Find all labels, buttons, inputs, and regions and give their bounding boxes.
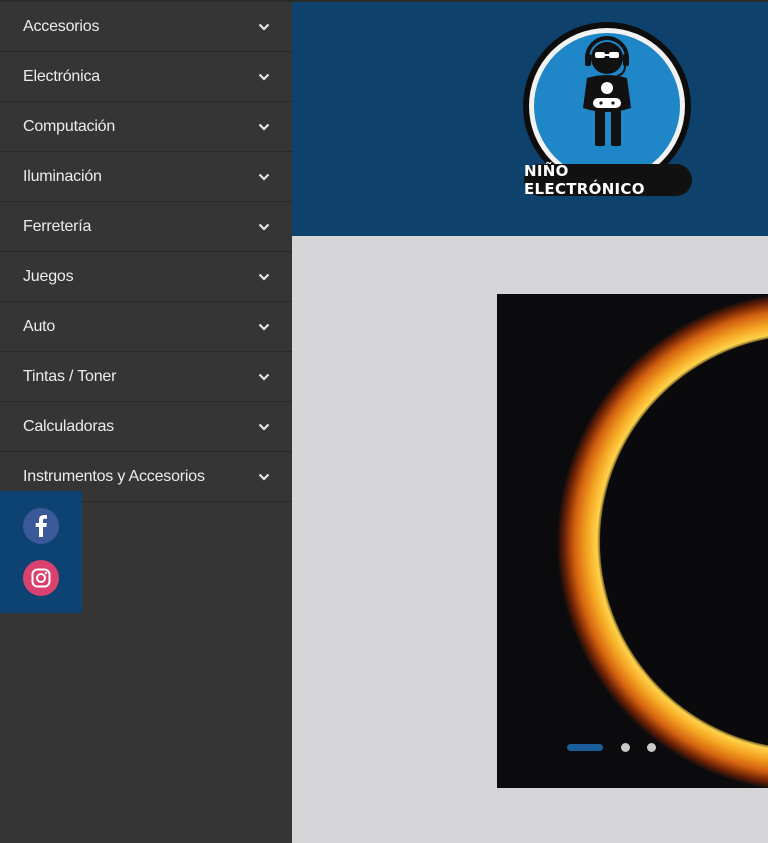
menu-item-auto[interactable]: Auto: [0, 302, 292, 352]
menu-item-computacion[interactable]: Computación: [0, 102, 292, 152]
menu-item-label: Instrumentos y Accesorios: [23, 467, 205, 485]
menu-item-accesorios[interactable]: Accesorios: [0, 2, 292, 52]
menu-item-tintas-toner[interactable]: Tintas / Toner: [0, 352, 292, 402]
menu-item-label: Ferretería: [23, 217, 92, 235]
slider-dot[interactable]: [621, 742, 630, 752]
logo-wordmark: NIÑO ELECTRÓNICO: [524, 162, 692, 198]
social-links-panel: [0, 491, 82, 613]
menu-item-label: Juegos: [23, 267, 74, 285]
slider-dot[interactable]: [647, 742, 656, 752]
menu-item-iluminacion[interactable]: Iluminación: [0, 152, 292, 202]
chevron-down-icon[interactable]: [258, 123, 270, 131]
facebook-icon: [35, 515, 47, 537]
slide-image-eclipse: [497, 294, 768, 788]
menu-item-label: Auto: [23, 317, 56, 335]
facebook-link[interactable]: [23, 508, 59, 544]
slider-pagination: [567, 742, 673, 752]
site-logo[interactable]: NIÑO ELECTRÓNICO: [521, 22, 695, 198]
slider-dot-active[interactable]: [567, 743, 603, 751]
chevron-down-icon[interactable]: [258, 373, 270, 381]
menu-item-label: Accesorios: [23, 17, 100, 35]
category-sidebar: Accesorios Electrónica Computación Ilumi…: [0, 2, 292, 843]
chevron-down-icon[interactable]: [258, 173, 270, 181]
menu-item-juegos[interactable]: Juegos: [0, 252, 292, 302]
menu-item-ferreteria[interactable]: Ferretería: [0, 202, 292, 252]
menu-item-label: Iluminación: [23, 167, 102, 185]
menu-item-label: Computación: [23, 117, 116, 135]
menu-item-label: Calculadoras: [23, 417, 114, 435]
chevron-down-icon[interactable]: [258, 423, 270, 431]
chevron-down-icon[interactable]: [258, 273, 270, 281]
menu-item-electronica[interactable]: Electrónica: [0, 52, 292, 102]
menu-item-label: Tintas / Toner: [23, 367, 117, 385]
chevron-down-icon[interactable]: [258, 223, 270, 231]
instagram-icon: [31, 568, 51, 588]
chevron-down-icon[interactable]: [258, 323, 270, 331]
chevron-down-icon[interactable]: [258, 23, 270, 31]
menu-item-calculadoras[interactable]: Calculadoras: [0, 402, 292, 452]
site-header: NIÑO ELECTRÓNICO: [292, 2, 768, 236]
chevron-down-icon[interactable]: [258, 473, 270, 481]
hero-slider[interactable]: [497, 294, 768, 788]
menu-item-label: Electrónica: [23, 67, 100, 85]
chevron-down-icon[interactable]: [258, 73, 270, 81]
instagram-link[interactable]: [23, 560, 59, 596]
